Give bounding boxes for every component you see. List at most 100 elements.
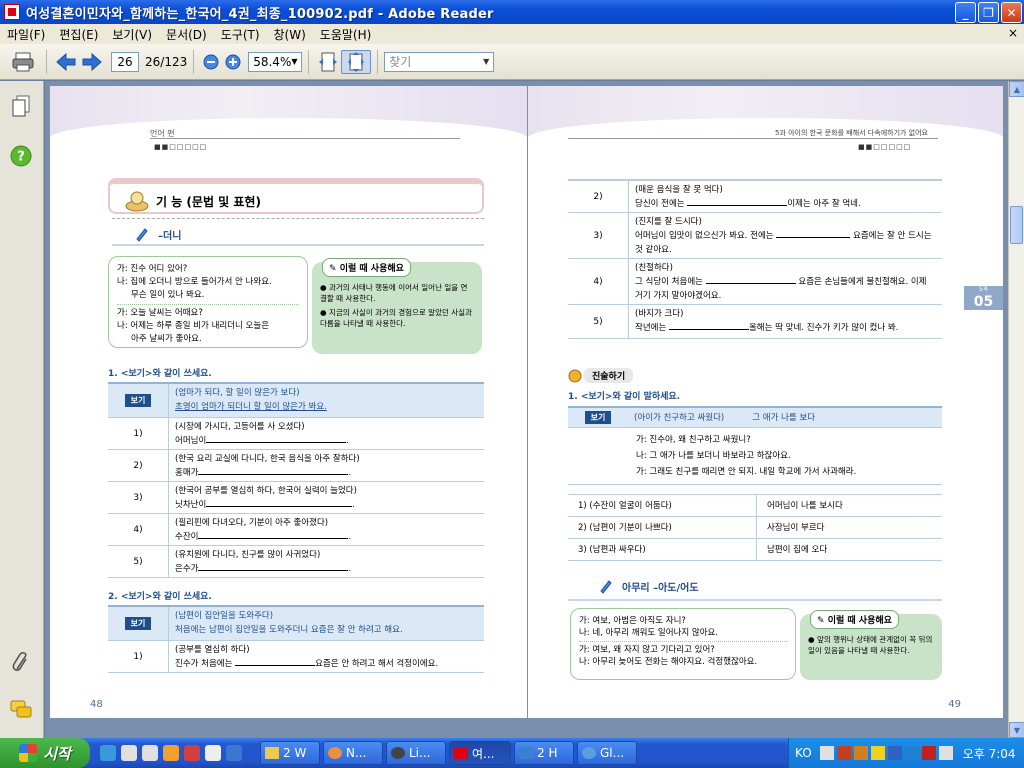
comments-icon[interactable] (10, 699, 32, 721)
close-document-button[interactable]: × (1008, 26, 1018, 40)
document-view[interactable]: 언어 편 ■■□□□□□ 기 능 (문법 및 표현) –더니 가: 진수 어디 … (45, 81, 1008, 738)
app-icon[interactable] (205, 745, 221, 761)
usage-tag: ✎ 이럴 때 사용해요 (810, 610, 899, 629)
zoom-out-icon[interactable] (200, 50, 222, 74)
fit-width-icon[interactable] (315, 50, 341, 74)
answer-blank[interactable] (668, 329, 749, 330)
start-button[interactable]: 시작 (0, 738, 90, 768)
example-row: 보기 (남편이 집안일을 도와주다) 처음에는 남편이 집안일을 도와주더니 요… (108, 607, 484, 641)
answer-blank[interactable] (687, 205, 788, 206)
example-dialog: 가: 진수 어디 있어? 나: 집에 오더니 방으로 들어가서 안 나와요. 무… (108, 256, 308, 348)
pdf-page-49: 5과 아이의 한국 문화를 배해서 다속에하기가 없어요 ■■□□□□□ 2) … (528, 86, 1003, 718)
menu-document[interactable]: 문서(D) (159, 26, 214, 43)
exercise-prompt: (진지를 잘 드시다) (635, 217, 702, 227)
tray-icon[interactable] (887, 746, 902, 760)
usage-note: ● 지금의 사실이 과거의 경험으로 알았던 사실과 다름을 나타낼 때 사용한… (320, 308, 472, 328)
messenger-icon (328, 747, 342, 759)
exercise-number: 5) (133, 556, 143, 567)
menu-help[interactable]: 도움말(H) (313, 26, 379, 43)
answer-blank[interactable] (198, 570, 349, 571)
volume-icon[interactable] (938, 746, 953, 760)
chapter-tab-label: 5과 (978, 286, 989, 293)
example-row: 보기 (아이가 친구하고 싸웠다) 그 애가 나를 보다 (568, 408, 942, 428)
answer-blank[interactable] (235, 665, 316, 666)
answer-blank[interactable] (776, 237, 851, 238)
explorer-icon[interactable] (163, 745, 179, 761)
show-desktop-icon[interactable] (100, 745, 116, 761)
taskbar-item-app[interactable]: Li... (386, 741, 446, 765)
previous-page-icon[interactable] (53, 50, 79, 74)
navigation-pane: ? (0, 81, 44, 738)
tray-icon[interactable] (870, 746, 885, 760)
minimize-button[interactable]: _ (955, 2, 976, 23)
dialog-line: 가: 진수 어디 있어? (117, 264, 188, 274)
menu-edit[interactable]: 편집(E) (52, 26, 105, 43)
task-label: 2 H (537, 746, 558, 760)
app-icon[interactable] (184, 745, 200, 761)
search-field[interactable]: 찾기 ▼ (384, 51, 495, 72)
taskbar: 시작 2 W N... Li... 여... 2 H Gl... KO 오후 7… (0, 738, 1024, 768)
dialog-line: 나: 집에 오더니 방으로 들어가서 안 나와요. (117, 277, 272, 287)
task-label: Li... (409, 746, 431, 760)
print-icon[interactable] (6, 50, 40, 74)
language-indicator[interactable]: KO (795, 746, 812, 760)
close-button[interactable]: ✕ (1001, 2, 1022, 23)
exercise-row: 3) (한국어 공부를 열심히 하다, 한국어 실력이 늘었다) 닛차난이. (108, 482, 484, 514)
scroll-up-button[interactable]: ▲ (1009, 81, 1024, 97)
example-dialog: 가: 진수야, 왜 친구하고 싸웠니? 나: 그 애가 나를 보더니 바보라고 … (568, 428, 942, 485)
menu-view[interactable]: 보기(V) (105, 26, 159, 43)
player-icon[interactable] (142, 745, 158, 761)
taskbar-item-messenger[interactable]: N... (323, 741, 383, 765)
page-number-input[interactable]: 26 (111, 51, 139, 72)
exercise-number: 4) (593, 276, 603, 287)
menu-tools[interactable]: 도구(T) (214, 26, 267, 43)
exercise-left: 3) (남편과 싸우다) (578, 545, 646, 555)
dialog-line: 가: 오늘 날씨는 어때요? (117, 308, 203, 318)
exercise-left: 1) (수잔이 얼굴이 어둡다) (578, 501, 672, 511)
answer-blank[interactable] (705, 283, 796, 284)
tray-icon[interactable] (853, 746, 868, 760)
pages-icon[interactable] (10, 95, 32, 117)
dialog-line: 가: 진수야, 왜 친구하고 싸웠니? (636, 435, 751, 445)
exercise-answer-start: 진수가 처음에는 (175, 659, 233, 669)
example-prompt-2: 그 애가 나를 보다 (752, 412, 816, 423)
tray-icon[interactable] (819, 746, 834, 760)
exercise-prompt: (시장에 가시다, 고등어를 사 오셨다) (175, 422, 305, 432)
exercise-answer-start: 작년에는 (635, 323, 667, 333)
taskbar-item-browser[interactable]: Gl... (577, 741, 637, 765)
tray-icon[interactable] (836, 746, 851, 760)
app-icon (391, 747, 405, 759)
menu-window[interactable]: 창(W) (267, 26, 313, 43)
answer-blank[interactable] (198, 474, 349, 475)
exercise-left: 2) (남편이 기분이 나쁘다) (578, 523, 672, 533)
clock[interactable]: 오후 7:04 (963, 745, 1016, 762)
restore-button[interactable]: ❐ (978, 2, 999, 23)
taskbar-item-hwp[interactable]: 2 H (514, 741, 574, 765)
exercise-answer-start: 수잔이 (175, 532, 199, 542)
vertical-scrollbar[interactable]: ▲ ▼ (1008, 81, 1024, 738)
answer-blank[interactable] (206, 442, 347, 443)
answer-blank[interactable] (198, 538, 349, 539)
scroll-thumb[interactable] (1010, 206, 1023, 244)
scroll-down-button[interactable]: ▼ (1009, 722, 1024, 738)
zoom-value: 58.4% (253, 54, 292, 69)
taskbar-item-folder[interactable]: 2 W (260, 741, 320, 765)
zoom-select[interactable]: 58.4% ▼ (248, 51, 303, 72)
example-prompt: (아이가 친구하고 싸웠다) (634, 412, 725, 423)
attachments-icon[interactable] (10, 651, 32, 673)
question-2-table: 보기 (남편이 집안일을 도와주다) 처음에는 남편이 집안일을 도와주더니 요… (108, 605, 484, 673)
help-icon[interactable]: ? (10, 145, 32, 167)
menu-file[interactable]: 파일(F) (0, 26, 52, 43)
zoom-in-icon[interactable] (222, 50, 244, 74)
security-icon[interactable] (921, 746, 936, 760)
network-icon[interactable] (904, 746, 919, 760)
fit-page-icon[interactable] (341, 49, 372, 74)
speaking-example: 보기 (아이가 친구하고 싸웠다) 그 애가 나를 보다 가: 진수야, 왜 친… (568, 406, 942, 485)
next-page-icon[interactable] (79, 50, 105, 74)
pencil-icon (600, 580, 612, 594)
taskbar-item-adobe-reader[interactable]: 여... (449, 741, 511, 765)
app-icon[interactable] (226, 745, 242, 761)
start-label: 시작 (43, 744, 71, 763)
answer-blank[interactable] (206, 506, 353, 507)
media-icon[interactable] (121, 745, 137, 761)
